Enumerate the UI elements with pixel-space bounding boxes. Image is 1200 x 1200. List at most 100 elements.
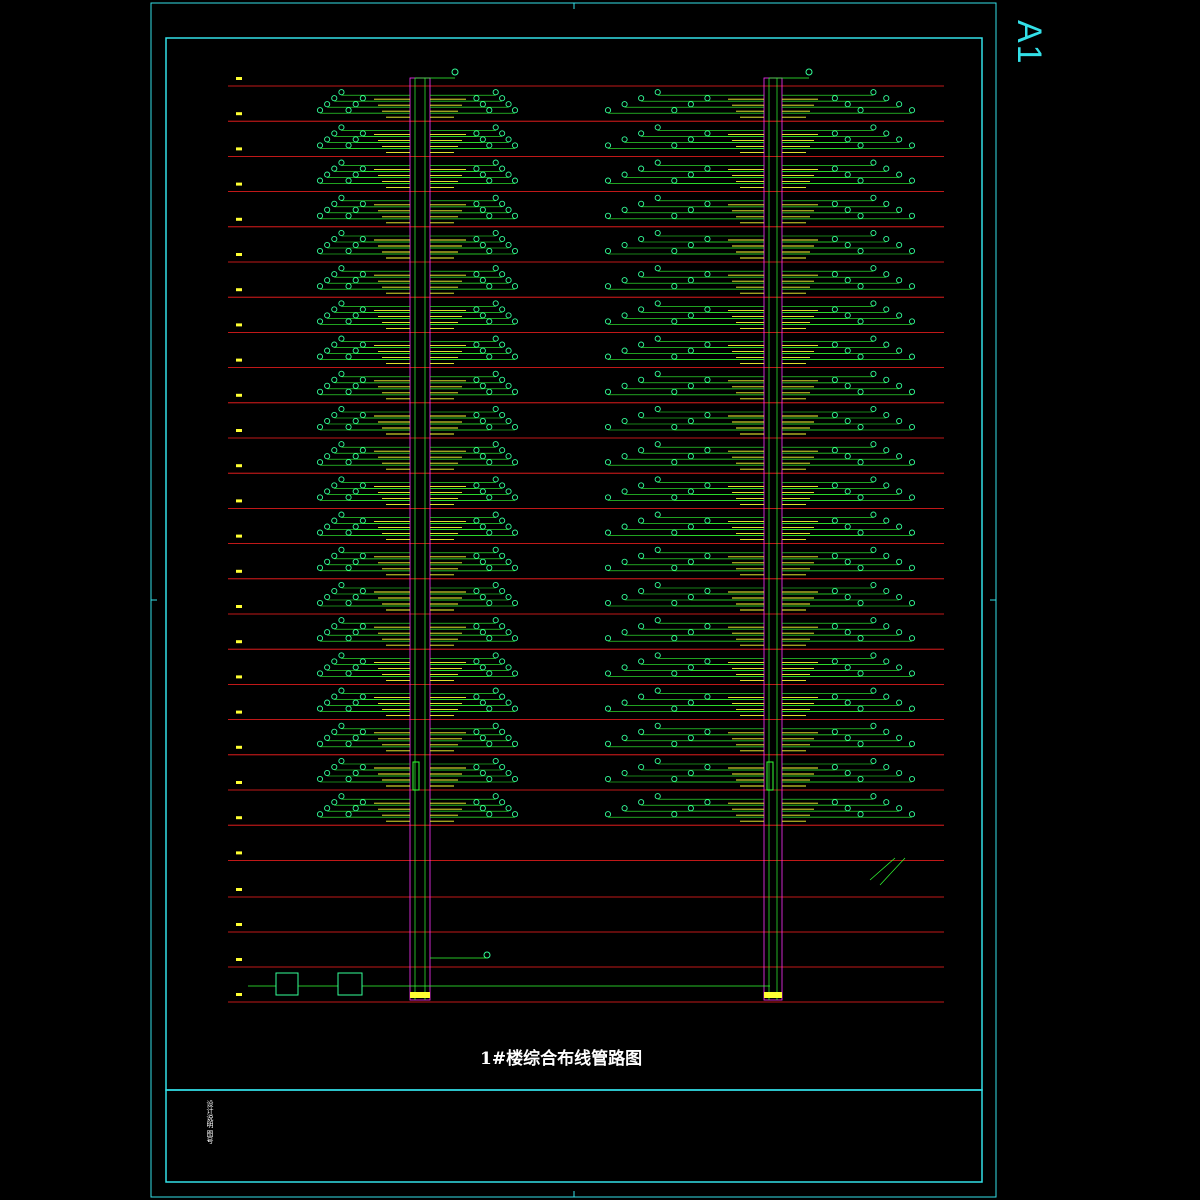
outlet-icon	[316, 353, 324, 360]
outlet-icon	[505, 417, 512, 425]
outlet-icon	[505, 312, 512, 319]
outlet-icon	[359, 235, 366, 243]
outlet-icon	[511, 635, 519, 642]
outlet-icon	[638, 235, 645, 243]
outlet-icon	[352, 277, 359, 284]
outlet-icon	[505, 347, 512, 354]
outlet-icon	[908, 459, 916, 466]
outlet-icon	[704, 728, 711, 735]
outlet-icon	[638, 341, 645, 348]
outlet-icon	[324, 101, 331, 108]
outlet-icon	[687, 664, 694, 671]
outlet-icon	[499, 95, 506, 102]
outlet-icon	[473, 306, 480, 313]
outlet-icon	[671, 142, 678, 149]
outlet-icon	[486, 494, 493, 501]
outlet-icon	[844, 453, 851, 460]
outlet-icon	[604, 635, 612, 642]
outlet-icon	[896, 136, 903, 143]
outlet-icon	[604, 212, 612, 219]
outlet-icon	[831, 623, 838, 630]
outlet-icon	[479, 488, 486, 495]
outlet-icon	[857, 353, 864, 360]
outlet-icon	[704, 200, 711, 207]
outlet-icon	[671, 283, 678, 290]
outlet-icon	[338, 511, 345, 518]
outlet-icon	[473, 482, 480, 489]
outlet-icon	[831, 271, 838, 278]
outlet-icon	[316, 494, 324, 501]
outlet-icon	[638, 376, 645, 383]
outlet-icon	[844, 734, 851, 741]
outlet-icon	[316, 177, 324, 184]
outlet-icon	[896, 664, 903, 671]
outlet-icon	[604, 740, 612, 747]
outlet-icon	[499, 799, 506, 806]
outlet-icon	[844, 206, 851, 213]
outlet-icon	[671, 177, 678, 184]
riser-base-mark	[410, 992, 430, 998]
outlet-icon	[324, 241, 331, 249]
outlet-icon	[638, 517, 645, 524]
outlet-icon	[621, 769, 628, 777]
outlet-icon	[870, 722, 877, 729]
outlet-icon	[831, 447, 838, 454]
outlet-icon	[831, 587, 838, 595]
outlet-icon	[324, 523, 331, 530]
outlet-icon	[604, 247, 612, 255]
outlet-icon	[331, 411, 338, 419]
outlet-icon	[499, 693, 506, 700]
outlet-icon	[857, 177, 864, 184]
outlet-icon	[316, 212, 324, 219]
outlet-icon	[896, 347, 903, 354]
outlet-icon	[505, 488, 512, 495]
outlet-icon	[473, 517, 480, 524]
outlet-icon	[499, 165, 506, 172]
outlet-icon	[638, 200, 645, 207]
outlet-icon	[359, 587, 366, 595]
outlet-icon	[331, 482, 338, 489]
outlet-icon	[908, 353, 916, 360]
outlet-icon	[345, 635, 352, 642]
outlet-icon	[352, 805, 359, 812]
outlet-icon	[654, 405, 661, 413]
outlet-icon	[505, 241, 512, 249]
outlet-icon	[857, 705, 864, 712]
outlet-icon	[338, 124, 345, 131]
outlet-icon	[844, 664, 851, 671]
outlet-icon	[511, 388, 519, 395]
outlet-icon	[638, 728, 645, 735]
floor-number-mark	[236, 569, 242, 573]
outlet-icon	[621, 453, 628, 460]
outlet-icon	[499, 517, 506, 524]
outlet-icon	[908, 670, 916, 677]
outlet-icon	[621, 629, 628, 636]
outlet-icon	[671, 247, 678, 255]
leader-line	[869, 857, 896, 881]
outlet-icon	[331, 517, 338, 524]
outlet-icon	[359, 130, 366, 137]
outlet-icon	[857, 740, 864, 747]
outlet-icon	[857, 142, 864, 149]
outlet-icon	[479, 805, 486, 812]
outlet-icon	[359, 693, 366, 700]
outlet-icon	[687, 593, 694, 601]
outlet-icon	[908, 599, 916, 607]
outlet-icon	[473, 130, 480, 137]
outlet-icon	[511, 459, 519, 466]
outlet-icon	[831, 693, 838, 700]
outlet-icon	[324, 769, 331, 777]
outlet-icon	[486, 635, 493, 642]
outlet-icon	[831, 517, 838, 524]
outlet-icon	[883, 271, 890, 278]
outlet-icon	[352, 136, 359, 143]
outlet-icon	[896, 312, 903, 319]
outlet-icon	[338, 194, 345, 201]
floor-number-mark	[236, 323, 242, 327]
outlet-icon	[492, 159, 499, 166]
outlet-icon	[687, 277, 694, 284]
outlet-icon	[638, 411, 645, 419]
outlet-icon	[687, 488, 694, 495]
outlet-icon	[338, 793, 345, 800]
outlet-icon	[359, 200, 366, 207]
